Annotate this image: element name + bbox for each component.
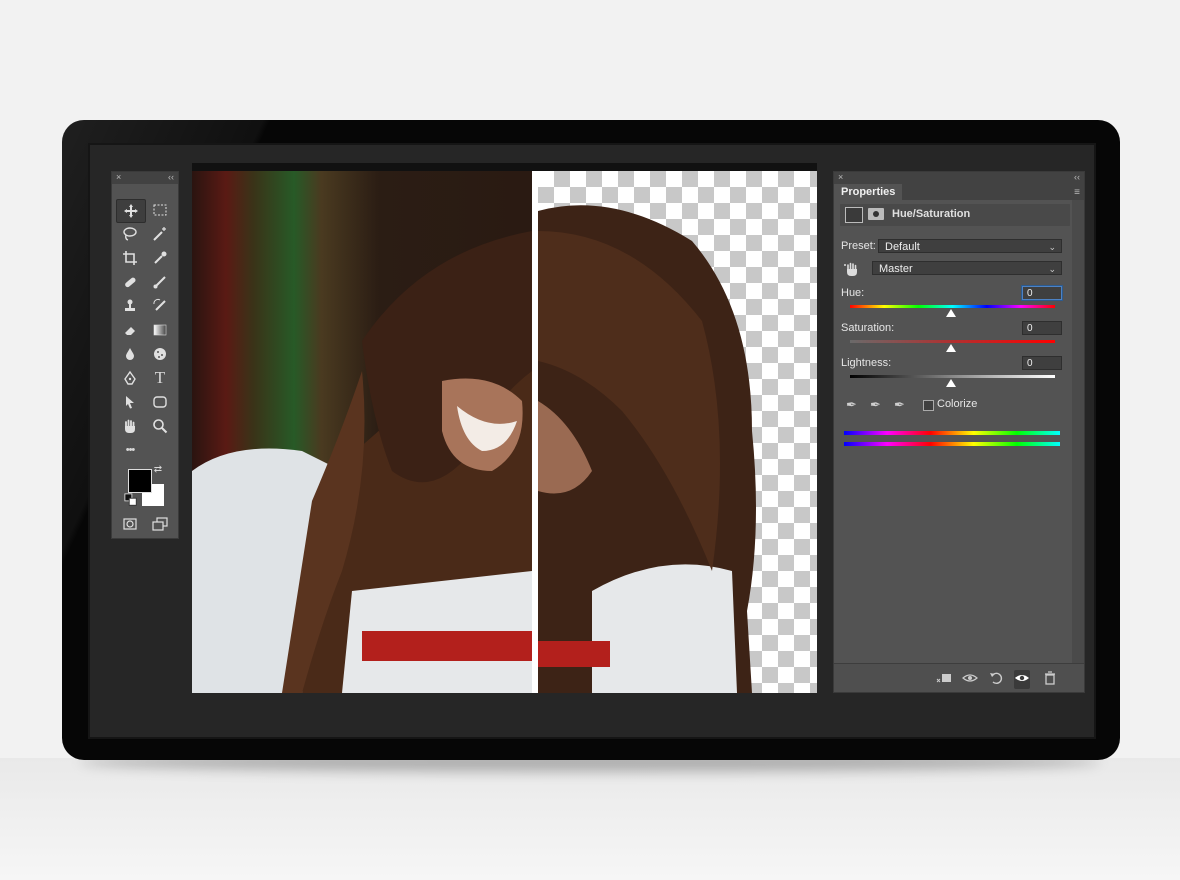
chevron-down-icon: ⌄	[1048, 242, 1056, 252]
chevron-down-icon: ⌄	[1048, 264, 1056, 274]
eyedropper-minus-icon[interactable]: ✒	[894, 397, 905, 413]
lightness-input[interactable]: 0	[1022, 356, 1062, 370]
collapse-icon[interactable]: ‹‹	[1074, 172, 1080, 182]
zoom-icon[interactable]	[146, 415, 174, 437]
hue-slider-thumb[interactable]	[946, 309, 956, 317]
adjustment-layer-icon[interactable]	[845, 207, 863, 223]
eraser-icon[interactable]	[116, 319, 144, 341]
history-brush-icon[interactable]	[146, 295, 174, 317]
spectrum-bar-bottom[interactable]	[844, 442, 1060, 446]
hue-label: Hue:	[841, 287, 865, 299]
eyedropper-icon[interactable]	[146, 247, 174, 269]
spectrum-bar-top	[844, 431, 1060, 435]
tab-properties[interactable]: Properties	[834, 184, 903, 200]
rounded-rect-icon[interactable]	[146, 391, 174, 413]
gradient-icon[interactable]	[146, 319, 174, 341]
panel-scrollbar[interactable]	[1072, 200, 1084, 663]
hue-slider-track[interactable]	[850, 305, 1055, 308]
clip-to-layer-icon[interactable]	[936, 670, 952, 689]
colorize-label: Colorize	[937, 398, 978, 410]
hand-icon[interactable]	[116, 415, 144, 437]
pen-icon[interactable]	[116, 367, 144, 389]
foreground-color-swatch[interactable]	[128, 469, 152, 493]
healing-brush-icon[interactable]	[116, 271, 144, 293]
reset-icon[interactable]	[988, 670, 1004, 689]
preset-label: Preset:	[841, 240, 876, 252]
properties-panel-header: × ‹‹	[834, 172, 1084, 184]
brush-icon[interactable]	[146, 271, 174, 293]
rect-marquee-icon[interactable]	[146, 199, 174, 221]
sponge-icon[interactable]	[146, 343, 174, 365]
properties-tabbar: Properties ≡	[834, 184, 1084, 200]
collapse-icon[interactable]: ‹‹	[168, 172, 174, 182]
lightness-slider-track[interactable]	[850, 375, 1055, 378]
lightness-label: Lightness:	[841, 357, 892, 369]
panel-menu-icon[interactable]: ≡	[1074, 187, 1080, 198]
crop-icon[interactable]	[116, 247, 144, 269]
lightness-slider-thumb[interactable]	[946, 379, 956, 387]
eyedropper-icon[interactable]: ✒	[846, 397, 857, 413]
targeted-adjustment-hand-icon[interactable]	[844, 261, 860, 277]
layer-mask-icon[interactable]	[868, 208, 884, 220]
more-icon[interactable]: •••	[116, 439, 144, 461]
lasso-icon[interactable]	[116, 223, 144, 245]
tools-panel-header: × ‹‹	[112, 172, 178, 184]
adjustment-header: Hue/Saturation	[840, 204, 1070, 226]
saturation-slider-thumb[interactable]	[946, 344, 956, 352]
saturation-label: Saturation:	[841, 322, 895, 334]
magic-wand-icon[interactable]	[146, 223, 174, 245]
tools-panel: × ‹‹ T ••• ⇄	[111, 171, 179, 539]
visibility-eye-icon[interactable]	[1014, 670, 1030, 689]
before-after-divider[interactable]	[532, 171, 538, 693]
close-icon[interactable]: ×	[116, 172, 121, 182]
move-tool-icon[interactable]	[116, 199, 146, 223]
hue-input[interactable]: 0	[1022, 286, 1062, 300]
preset-select[interactable]: Default ⌄	[878, 239, 1062, 253]
properties-panel: × ‹‹ Properties ≡ Hue/Saturation Preset:…	[833, 171, 1085, 693]
swap-colors-icon[interactable]: ⇄	[150, 462, 166, 476]
screen-mode-icon[interactable]	[146, 513, 174, 535]
floor	[0, 758, 1180, 880]
type-icon[interactable]: T	[146, 367, 174, 389]
quick-mask-icon[interactable]	[116, 513, 144, 535]
clone-stamp-icon[interactable]	[116, 295, 144, 317]
default-colors-icon[interactable]	[124, 493, 138, 506]
saturation-slider-track[interactable]	[850, 340, 1055, 343]
colorize-checkbox[interactable]	[923, 400, 934, 411]
properties-footer	[834, 663, 1084, 692]
channel-value: Master	[879, 263, 913, 275]
saturation-input[interactable]: 0	[1022, 321, 1062, 335]
view-previous-state-icon[interactable]	[962, 670, 978, 689]
path-select-icon[interactable]	[116, 391, 144, 413]
adjustment-title: Hue/Saturation	[892, 208, 971, 220]
channel-select[interactable]: Master ⌄	[872, 261, 1062, 275]
blur-drop-icon[interactable]	[116, 343, 144, 365]
document-canvas[interactable]	[192, 171, 817, 693]
close-icon[interactable]: ×	[838, 172, 843, 182]
portrait-figure	[192, 205, 756, 693]
eyedropper-plus-icon[interactable]: ✒	[870, 397, 881, 413]
preset-value: Default	[885, 241, 920, 253]
trash-icon[interactable]	[1042, 670, 1058, 689]
document-tab-strip	[192, 163, 817, 171]
